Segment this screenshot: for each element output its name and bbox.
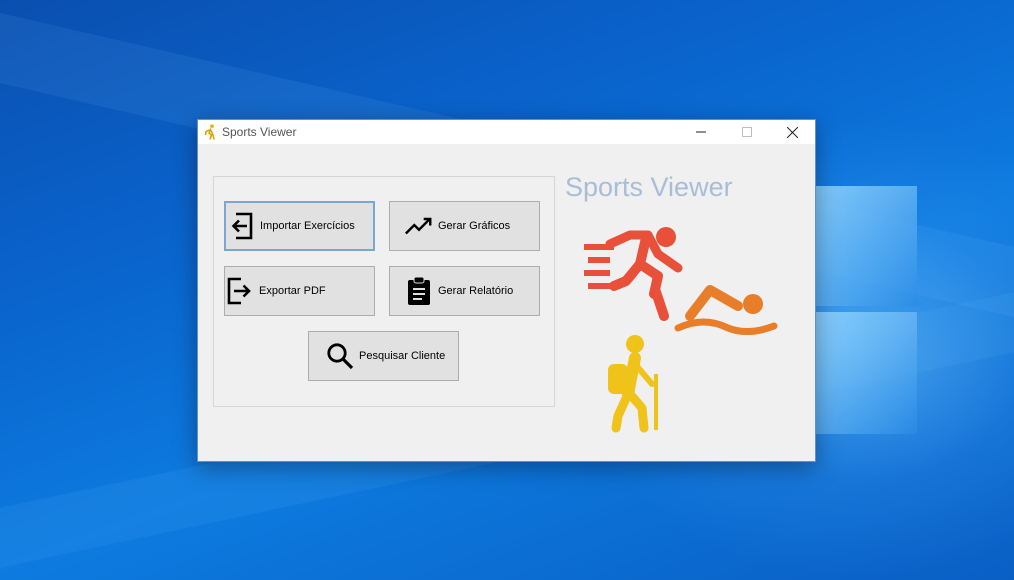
close-icon: [786, 126, 798, 138]
gerar-graficos-button[interactable]: Gerar Gráficos: [389, 201, 540, 251]
swimming-icon: [674, 285, 778, 335]
button-label: Importar Exercícios: [260, 220, 355, 232]
button-label: Gerar Relatório: [438, 285, 514, 297]
maximize-icon: [742, 127, 752, 137]
button-label: Gerar Gráficos: [438, 220, 511, 232]
app-window[interactable]: Sports Viewer Importar Exercícios Gerar …: [197, 119, 816, 462]
windows-logo-pane: [815, 186, 917, 306]
minimize-button[interactable]: [678, 120, 724, 144]
sports-illustration: [584, 227, 778, 433]
importar-exercicios-button[interactable]: Importar Exercícios: [224, 201, 375, 251]
hiking-icon: [608, 335, 658, 433]
pesquisar-cliente-button[interactable]: Pesquisar Cliente: [308, 331, 459, 381]
clipboard-icon: [404, 276, 434, 306]
export-icon: [225, 276, 255, 306]
title-bar[interactable]: Sports Viewer: [198, 120, 815, 144]
minimize-icon: [696, 131, 706, 133]
exportar-pdf-button[interactable]: Exportar PDF: [224, 266, 375, 316]
running-icon: [584, 227, 683, 321]
search-icon: [325, 341, 355, 371]
windows-logo-pane: [815, 312, 917, 434]
app-heading: Sports Viewer: [565, 172, 733, 202]
button-label: Pesquisar Cliente: [359, 350, 446, 362]
gerar-relatorio-button[interactable]: Gerar Relatório: [389, 266, 540, 316]
window-title: Sports Viewer: [222, 125, 297, 139]
button-label: Exportar PDF: [259, 285, 326, 297]
trending-up-icon: [404, 211, 434, 241]
app-icon: [204, 124, 215, 140]
maximize-button[interactable]: [724, 120, 770, 144]
close-button[interactable]: [769, 120, 815, 144]
import-icon: [226, 211, 256, 241]
actions-panel: Importar Exercícios Gerar Gráficos Expor…: [213, 176, 555, 407]
